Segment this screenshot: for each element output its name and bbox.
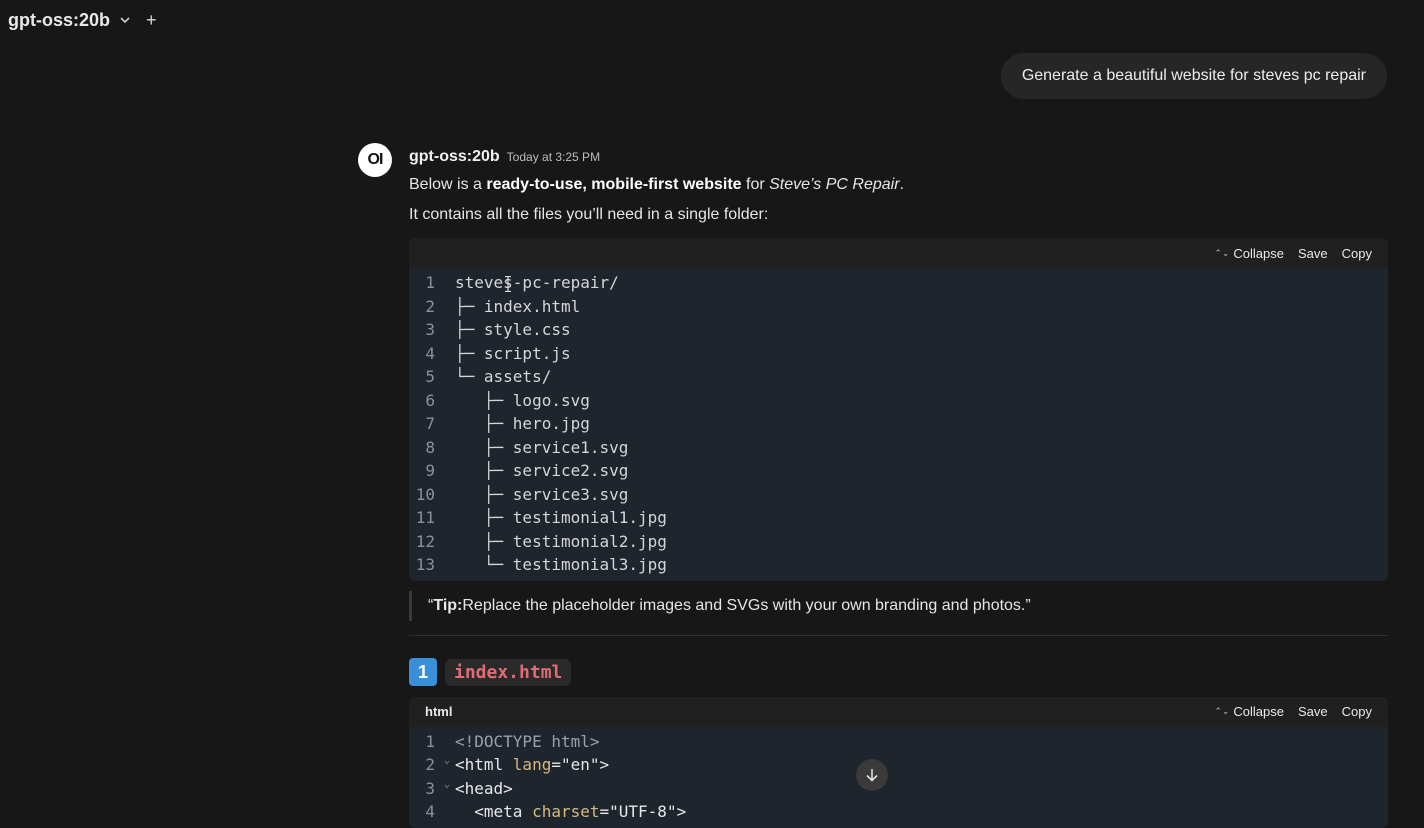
line-number: 6 — [425, 390, 435, 410]
code-text: ├─ hero.jpg — [455, 414, 590, 434]
chevron-down-icon[interactable] — [118, 13, 132, 27]
line-number: 3 — [425, 320, 435, 340]
fold-chevron-icon[interactable]: ⌄ — [444, 755, 450, 766]
model-selector-label[interactable]: gpt-oss:20b — [8, 10, 110, 31]
message-timestamp: Today at 3:25 PM — [506, 150, 601, 164]
code-line: 5 └─ assets/ — [409, 365, 1388, 389]
code-text: <head> — [455, 778, 513, 798]
code-line: 10 ├─ service3.svg — [409, 483, 1388, 507]
code-text: <meta charset="UTF-8"> — [455, 802, 687, 822]
code-line: 2 ├─ index.html — [409, 295, 1388, 319]
code-language-label: html — [425, 704, 453, 719]
collapse-button[interactable]: ⌃⌄ Collapse — [1214, 246, 1284, 261]
code-text: ├─ testimonial1.jpg — [455, 508, 667, 528]
top-bar: gpt-oss:20b + — [0, 0, 157, 40]
save-button-html[interactable]: Save — [1298, 704, 1328, 719]
scroll-to-bottom-button[interactable] — [856, 759, 888, 791]
line-number: 3 ⌄ — [425, 778, 450, 798]
line-number: 13 — [415, 555, 435, 575]
code-body-html[interactable]: 1 <!DOCTYPE html> 2 ⌄ <html lang="en"> 3 ⌄ <hea… — [409, 726, 1388, 828]
code-header: ⌃⌄ Collapse Save Copy — [409, 238, 1388, 268]
arrow-down-icon — [866, 769, 878, 782]
intro-line-2: It contains all the files you’ll need in… — [409, 206, 769, 223]
code-line: 11 ├─ testimonial1.jpg — [409, 506, 1388, 530]
assistant-model-name: gpt-oss:20b — [409, 148, 500, 165]
tip-label: Tip: — [433, 596, 463, 614]
user-message-bubble: Generate a beautiful website for steves … — [1000, 53, 1387, 99]
code-line: 13 └─ testimonial3.jpg — [409, 553, 1388, 577]
file-tree-code-block: ⌃⌄ Collapse Save Copy 1 steves-pc-repair/2… — [409, 238, 1388, 581]
code-line: 1 <!DOCTYPE html> — [409, 730, 1388, 754]
divider — [409, 634, 1388, 636]
collapse-button-html[interactable]: ⌃⌄ Collapse — [1214, 704, 1284, 719]
code-text: ├─ testimonial2.jpg — [455, 531, 667, 551]
keycap-one-icon: 1 — [409, 658, 437, 686]
line-number: 7 — [425, 414, 435, 434]
code-text: ├─ service2.svg — [455, 461, 629, 481]
save-button[interactable]: Save — [1298, 246, 1328, 261]
code-line: 4 ├─ script.js — [409, 342, 1388, 366]
html-code-block: html ⌃⌄ Collapse Save Copy 1 <!DOCTYPE htm… — [409, 696, 1388, 828]
code-line: 6 ├─ logo.svg — [409, 389, 1388, 413]
code-text: ├─ script.js — [455, 343, 571, 363]
code-text: ├─ service3.svg — [455, 484, 629, 504]
text-cursor-icon — [505, 276, 511, 292]
section-heading: 1 index.html — [409, 656, 1388, 689]
code-text: <html lang="en"> — [455, 755, 610, 775]
line-number: 4 — [425, 343, 435, 363]
code-line: 4 <meta charset="UTF-8"> — [409, 800, 1388, 824]
tip-blockquote: “Tip: Replace the placeholder images and… — [409, 590, 1388, 621]
code-line: 1 steves-pc-repair/ — [409, 271, 1388, 295]
copy-button[interactable]: Copy — [1342, 246, 1372, 261]
line-number: 10 — [415, 484, 435, 504]
assistant-message: gpt-oss:20b Today at 3:25 PM Below is a … — [409, 148, 1388, 828]
code-text: <!DOCTYPE html> — [455, 731, 600, 751]
line-number: 8 — [425, 437, 435, 457]
collapse-icon: ⌃⌄ — [1214, 247, 1230, 258]
code-text: steves-pc-repair/ — [455, 273, 619, 293]
code-line: 3 ⌄ <head> — [409, 777, 1388, 801]
line-number: 2 — [425, 296, 435, 316]
line-number: 1 — [425, 731, 435, 751]
copy-button-html[interactable]: Copy — [1342, 704, 1372, 719]
line-number: 11 — [415, 508, 435, 528]
code-line: 7 ├─ hero.jpg — [409, 412, 1388, 436]
code-line: 12 ├─ testimonial2.jpg — [409, 530, 1388, 554]
fold-chevron-icon[interactable]: ⌄ — [444, 779, 450, 790]
intro-paragraph: Below is a ready-to-use, mobile-first we… — [409, 176, 904, 193]
code-body[interactable]: 1 steves-pc-repair/2 ├─ index.html 3 ├─ styl… — [409, 268, 1388, 581]
code-line: 9 ├─ service2.svg — [409, 459, 1388, 483]
section-filename: index.html — [445, 658, 572, 686]
code-text: └─ assets/ — [455, 367, 552, 387]
code-header-html: html ⌃⌄ Collapse Save Copy — [409, 696, 1388, 727]
code-line: 8 ├─ service1.svg — [409, 436, 1388, 460]
assistant-avatar: OI — [358, 143, 392, 177]
code-text: ├─ service1.svg — [455, 437, 629, 457]
line-number: 2 ⌄ — [425, 755, 450, 775]
collapse-icon: ⌃⌄ — [1214, 706, 1230, 716]
code-text: ├─ style.css — [455, 320, 571, 340]
code-text: └─ testimonial3.jpg — [455, 555, 667, 575]
new-model-button[interactable]: + — [146, 10, 157, 31]
line-number: 12 — [415, 531, 435, 551]
line-number: 1 — [425, 273, 435, 293]
code-text: ├─ index.html — [455, 296, 581, 316]
line-number: 5 — [425, 367, 435, 387]
user-message-text: Generate a beautiful website for steves … — [1021, 67, 1366, 84]
line-number: 4 — [425, 802, 435, 822]
code-line: 3 ├─ style.css — [409, 318, 1388, 342]
code-line: 2 ⌄ <html lang="en"> — [409, 753, 1388, 777]
code-text: ├─ logo.svg — [455, 390, 590, 410]
line-number: 9 — [425, 461, 435, 481]
